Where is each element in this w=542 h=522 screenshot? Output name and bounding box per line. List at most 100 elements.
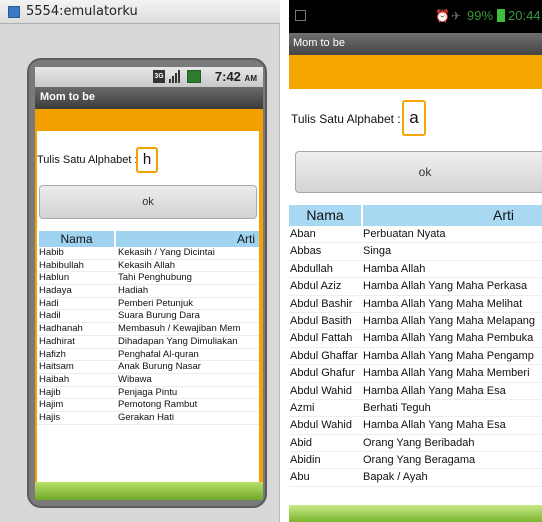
table-row[interactable]: Abdul Aziz Hamba Allah Yang Maha Perkasa <box>289 278 542 296</box>
row-arti: Hamba Allah Yang Maha Perkasa <box>363 280 528 293</box>
table-row[interactable]: Hajis Gerakan Hati <box>37 412 259 425</box>
right-input-row: Tulis Satu Alphabet : a <box>289 100 542 138</box>
emulator-window: 5554:emulatorku 3G 7:42 AM Mom to be Tul… <box>0 0 280 522</box>
row-nama: Abdul Fattah <box>290 332 353 345</box>
row-arti: Hamba Allah <box>363 262 426 275</box>
row-nama: Hafizh <box>39 348 66 360</box>
table-row[interactable]: Abdul Ghaffar Hamba Allah Yang Maha Penga… <box>289 348 542 366</box>
table-row[interactable]: Abdul Wahid Hamba Allah Yang Maha Esa <box>289 417 542 435</box>
right-alphabet-input[interactable]: a <box>402 100 426 136</box>
row-nama: Abid <box>290 436 313 449</box>
row-arti: Bapak / Ayah <box>363 471 428 484</box>
right-grass-decoration <box>289 505 542 522</box>
row-arti: Suara Burung Dara <box>118 310 200 322</box>
table-row[interactable]: Hadaya Hadiah <box>37 285 259 298</box>
right-app-title: Mom to be <box>293 37 345 49</box>
row-nama: Habibullah <box>39 259 84 271</box>
right-status-bar: ⏰ ✈ 99% 20:44 <box>289 0 542 33</box>
left-col-nama: Nama <box>39 231 114 247</box>
row-arti: Dihadapan Yang Dimuliakan <box>118 335 238 347</box>
row-arti: Hamba Allah Yang Maha Memberi <box>363 367 530 380</box>
battery-icon <box>187 70 201 83</box>
table-row[interactable]: Abdul Fattah Hamba Allah Yang Maha Pembuk… <box>289 330 542 348</box>
row-nama: Abdul Wahid <box>290 419 352 432</box>
row-nama: Abbas <box>290 245 322 258</box>
row-arti: Hamba Allah Yang Maha Esa <box>363 419 506 432</box>
row-arti: Hamba Allah Yang Maha Esa <box>363 384 506 397</box>
row-nama: Hablun <box>39 272 70 284</box>
row-arti: Tahi Penghubung <box>118 272 192 284</box>
table-row[interactable]: Abid Orang Yang Beribadah <box>289 435 542 453</box>
table-row[interactable]: Abdul Basith Hamba Allah Yang Maha Melapa… <box>289 313 542 331</box>
table-row[interactable]: Abdul Bashir Hamba Allah Yang Maha Meliha… <box>289 296 542 313</box>
row-nama: Hadhanah <box>39 323 83 335</box>
table-row[interactable]: Hajib Penjaga Pintu <box>37 387 259 400</box>
row-arti: Gerakan Hati <box>118 411 174 423</box>
left-input-row: Tulis Satu Alphabet : h <box>37 147 259 173</box>
table-row[interactable]: Abdul Wahid Hamba Allah Yang Maha Esa <box>289 383 542 400</box>
row-arti: Wibawa <box>118 373 152 385</box>
left-alphabet-input[interactable]: h <box>136 147 158 173</box>
emulator-window-title: 5554:emulatorku <box>26 4 138 19</box>
table-row[interactable]: Abdullah Hamba Allah <box>289 261 542 279</box>
table-row[interactable]: Hablun Tahi Penghubung <box>37 272 259 286</box>
left-ok-button[interactable]: ok <box>39 185 257 219</box>
row-nama: Hadhirat <box>39 335 75 347</box>
left-app-titlebar: Mom to be <box>35 87 263 109</box>
row-arti: Hamba Allah Yang Maha Pembuka <box>363 332 534 345</box>
right-orange-banner <box>289 55 542 89</box>
row-arti: Pemberi Petunjuk <box>118 297 193 309</box>
left-status-bar: 3G 7:42 AM <box>35 67 263 87</box>
row-nama: Azmi <box>290 401 315 414</box>
right-ok-button[interactable]: ok <box>295 151 542 193</box>
table-row[interactable]: Abu Bapak / Ayah <box>289 469 542 487</box>
right-names-table: Nama Arti Aban Perbuatan Nyata Abbas Singa A… <box>289 205 542 487</box>
row-nama: Abdul Basith <box>290 314 352 327</box>
left-app-title: Mom to be <box>40 91 95 103</box>
emulator-app-icon <box>8 6 20 18</box>
row-arti: Penghafal Al-quran <box>118 348 199 360</box>
notification-image-icon <box>295 10 306 21</box>
row-nama: Abu <box>290 471 310 484</box>
row-arti: Anak Burung Nasar <box>118 361 201 373</box>
row-arti: Perbuatan Nyata <box>363 228 446 240</box>
left-table-header: Nama Arti <box>37 231 259 247</box>
table-row[interactable]: Haitsam Anak Burung Nasar <box>37 361 259 374</box>
table-row[interactable]: Hafizh Penghafal Al-quran <box>37 349 259 362</box>
row-nama: Habib <box>39 247 64 258</box>
table-row[interactable]: Hadi Pemberi Petunjuk <box>37 298 259 311</box>
table-row[interactable]: Abbas Singa <box>289 243 542 261</box>
right-app-titlebar: Mom to be <box>289 33 542 55</box>
row-nama: Abdul Bashir <box>290 297 353 310</box>
row-arti: Singa <box>363 245 392 258</box>
emulator-titlebar: 5554:emulatorku <box>0 0 280 24</box>
table-row[interactable]: Hajim Pemotong Rambut <box>37 399 259 412</box>
row-arti: Orang Yang Beribadah <box>363 436 475 449</box>
row-nama: Haitsam <box>39 361 74 373</box>
signal-icon <box>169 70 180 83</box>
phone-screen: ⏰ ✈ 99% 20:44 Mom to be Tulis Satu Alpha… <box>289 0 542 522</box>
table-row[interactable]: Abdul Ghafur Hamba Allah Yang Maha Member… <box>289 365 542 383</box>
row-arti: Kekasih Allah <box>118 259 176 271</box>
left-names-table: Nama Arti Habib Kekasih / Yang Dicintai Ha… <box>37 231 259 425</box>
row-nama: Abdul Ghaffar <box>290 349 358 362</box>
left-status-time: 7:42 AM <box>214 69 257 84</box>
table-row[interactable]: Haibah Wibawa <box>37 374 259 387</box>
row-arti: Membasuh / Kewajiban Mem <box>118 323 241 335</box>
row-nama: Abdul Ghafur <box>290 367 355 380</box>
table-row[interactable]: Habibullah Kekasih Allah <box>37 260 259 273</box>
table-row[interactable]: Azmi Berhati Teguh <box>289 400 542 418</box>
row-arti: Hadiah <box>118 285 149 297</box>
table-row[interactable]: Hadil Suara Burung Dara <box>37 310 259 324</box>
row-arti: Pemotong Rambut <box>118 399 198 411</box>
table-row[interactable]: Habib Kekasih / Yang Dicintai <box>37 247 259 260</box>
table-row[interactable]: Abidin Orang Yang Beragama <box>289 452 542 470</box>
right-col-nama: Nama <box>289 205 361 226</box>
row-nama: Hadi <box>39 297 59 309</box>
row-nama: Haibah <box>39 373 70 385</box>
right-table-header: Nama Arti <box>289 205 542 226</box>
left-alphabet-label: Tulis Satu Alphabet : <box>37 154 138 166</box>
table-row[interactable]: Hadhirat Dihadapan Yang Dimuliakan <box>37 336 259 349</box>
table-row[interactable]: Aban Perbuatan Nyata <box>289 226 542 244</box>
table-row[interactable]: Hadhanah Membasuh / Kewajiban Mem <box>37 323 259 336</box>
